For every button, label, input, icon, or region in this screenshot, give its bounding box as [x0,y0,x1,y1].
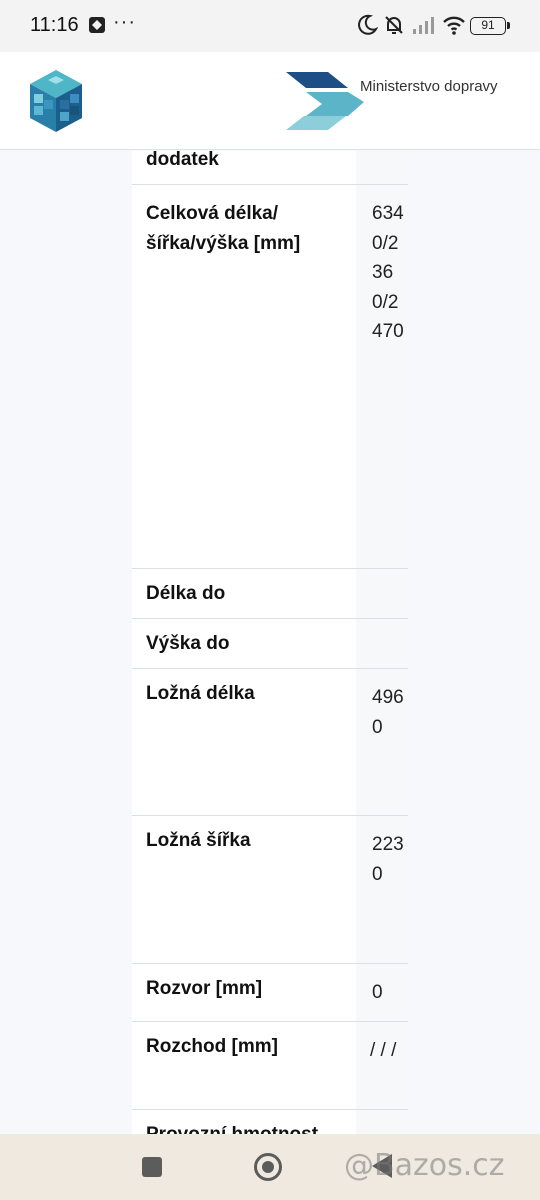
row-value: 0 [356,964,408,1021]
status-bar: 11:16 ··· 91 [0,0,540,52]
home-button[interactable] [254,1153,282,1181]
row-label: Výška do [146,633,230,654]
row-label: dodatek [146,151,219,170]
row-label: Rozchod [mm] [146,1036,278,1057]
app-notification-icon [89,17,105,33]
watermark: @Bazos.cz [344,1148,505,1183]
row-value [356,619,408,668]
table-row: Výška do [132,619,408,669]
row-value: 2230 [356,816,408,963]
row-value [356,151,408,184]
row-label: Ložná šířka [146,830,251,851]
bell-muted-icon [385,16,403,34]
row-label: Celková délka/ šířka/výška [mm] [146,203,301,254]
row-label: Provozní hmotnost [132,1110,356,1134]
battery-icon: 91 [470,17,510,35]
recents-button[interactable] [142,1157,162,1177]
row-value: 6340/2360/2470 [356,185,408,568]
table-row: dodatek [132,151,408,185]
moon-icon [358,14,378,35]
ministry-logo-icon[interactable] [286,72,366,132]
table-row: Délka do [132,569,408,619]
cube-logo-icon[interactable] [26,68,86,134]
vehicle-details-table: dodatek Celková délka/ šířka/výška [mm] … [132,151,408,1134]
table-row: Provozní hmotnost - [132,1110,408,1134]
row-value: / / / [356,1022,408,1109]
table-row: Ložná délka 4960 [132,669,408,816]
table-row: Rozvor [mm] 0 [132,964,408,1022]
signal-icon [413,17,434,34]
status-time: 11:16 [30,14,79,36]
ministry-name: Ministerstvo dopravy [360,78,498,95]
table-row: Celková délka/ šířka/výška [mm] 6340/236… [132,185,408,569]
row-value: 4960 [356,669,408,815]
row-value: - [356,1110,408,1134]
row-label: Délka do [146,583,226,604]
table-row: Ložná šířka 2230 [132,816,408,964]
system-nav-bar: @Bazos.cz [0,1134,540,1200]
row-label: Rozvor [mm] [146,978,263,999]
row-label: Ložná délka [146,683,255,704]
row-value [356,569,408,618]
more-notifications-icon: ··· [113,11,136,33]
site-header: Ministerstvo dopravy [0,52,540,150]
wifi-icon [443,16,465,35]
table-row: Rozchod [mm] / / / [132,1022,408,1110]
